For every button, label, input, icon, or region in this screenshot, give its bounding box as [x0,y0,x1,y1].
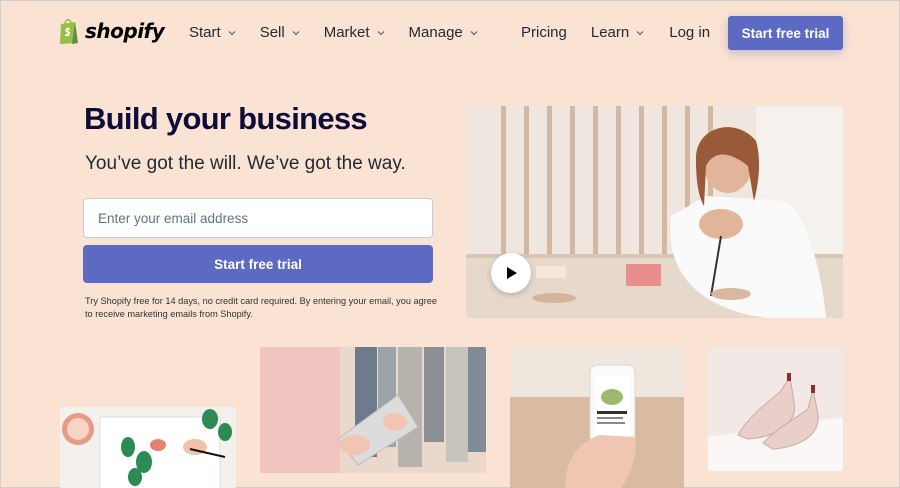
nav-start[interactable]: Start [189,24,237,41]
photo-shoes [708,347,843,471]
drawing-illustration [60,407,236,488]
chevron-down-icon [470,30,478,35]
chevron-down-icon [377,30,385,35]
play-icon [507,267,517,279]
shopify-logo[interactable]: shopify [58,17,165,45]
start-trial-button[interactable]: Start free trial [83,245,433,283]
page-title: Build your business [84,101,368,136]
chevron-down-icon [228,30,236,35]
chevron-down-icon [292,30,300,35]
email-field[interactable] [83,198,433,238]
nav-sell-label: Sell [259,24,285,41]
header-start-trial-button[interactable]: Start free trial [728,16,843,50]
disclaimer-text: Try Shopify free for 14 days, no credit … [85,296,438,319]
site-header: shopify Start Sell Market Manage Pricing… [1,1,900,65]
hero-video[interactable] [466,106,843,318]
nav-pricing[interactable]: Pricing [521,24,567,41]
nav-manage-label: Manage [408,24,463,41]
nav-market[interactable]: Market [324,24,386,41]
nav-sell[interactable]: Sell [260,24,301,41]
logo-wordmark: shopify [85,19,165,43]
shoes-illustration [708,347,843,471]
phone-illustration [510,347,684,488]
nav-learn-label: Learn [590,24,630,41]
play-button[interactable] [491,253,531,293]
shopify-bag-icon [60,18,78,44]
nav-start-label: Start [189,24,221,41]
photo-drawing [60,407,236,488]
nav-market-label: Market [323,24,370,41]
nav-manage[interactable]: Manage [409,24,479,41]
nav-learn[interactable]: Learn [591,24,645,41]
nav-login[interactable]: Log in [669,24,710,41]
main-nav: Start Sell Market Manage [189,24,502,41]
hero-subtitle: You’ve got the will. We’ve got the way. [85,153,406,174]
tablet-illustration [260,347,486,473]
nav-right: Pricing Learn Log in [521,24,710,41]
photo-tablet [260,347,486,473]
photo-phone [510,347,684,488]
chevron-down-icon [636,30,644,35]
